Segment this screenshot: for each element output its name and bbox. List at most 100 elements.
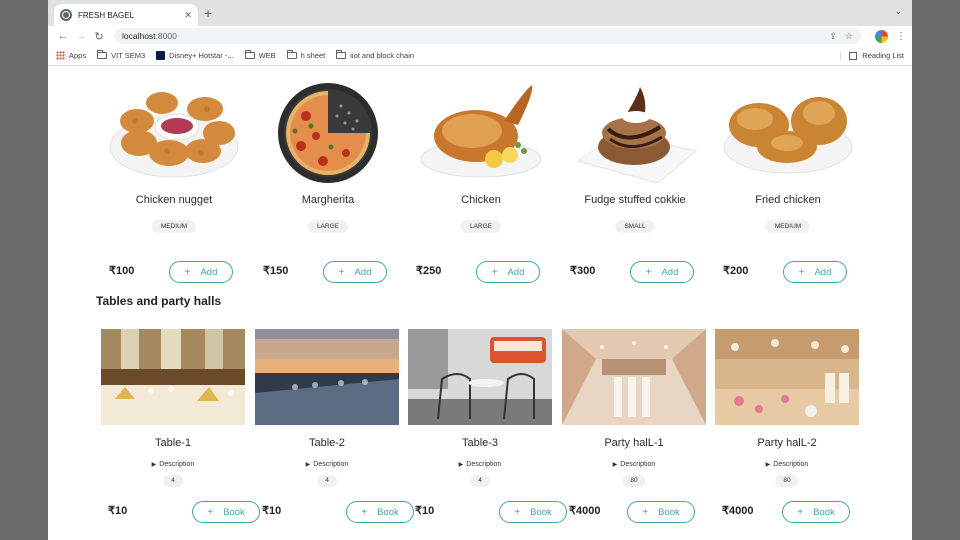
capacity-badge: 80 [775,475,799,487]
capacity-badge: 4 [317,475,337,487]
triangle-right-icon: ▶ [305,462,311,468]
folder-icon [336,50,347,59]
url-port: :8000 [155,31,177,41]
venue-price: ₹10 [262,505,282,517]
tab-title: FRESH BAGEL [78,10,135,20]
item-name: Fried chicken [755,194,821,206]
reading-list-icon [849,51,858,60]
description-toggle[interactable]: ▶ Description [96,461,250,468]
add-button[interactable]: + Add [323,261,387,283]
description-toggle[interactable]: ▶ Description [403,461,557,468]
book-button[interactable]: + Book [192,501,260,523]
browser-window: FRESH BAGEL ✕ + ⌄ ← → ↻ localhost :8000 … [48,0,912,540]
triangle-right-icon: ▶ [458,462,464,468]
triangle-right-icon: ▶ [151,462,157,468]
size-badge: MEDIUM [151,220,197,233]
venue-price: ₹4000 [722,505,754,517]
reading-list[interactable]: Reading List [840,51,904,60]
capacity-badge: 80 [622,475,646,487]
book-button[interactable]: + Book [346,501,414,523]
capacity-badge: 4 [163,475,183,487]
item-price: ₹200 [723,265,749,277]
section-heading: Tables and party halls [96,294,222,308]
bookmark-hotstar[interactable]: Disney+ Hotstar -... [156,51,234,60]
tab-strip: FRESH BAGEL ✕ + ⌄ [48,0,912,26]
plus-icon: + [645,266,652,278]
plus-icon: + [491,266,498,278]
page-content: Chicken nugget MEDIUM ₹100 + Add Margher… [48,67,912,540]
tab-search-icon[interactable]: ⌄ [894,6,902,17]
reload-icon[interactable]: ↻ [90,30,108,43]
book-button[interactable]: + Book [499,501,567,523]
size-badge: SMALL [615,220,655,233]
venue-name: Party halL-2 [757,437,817,449]
new-tab-button[interactable]: + [204,5,212,21]
back-icon[interactable]: ← [54,30,72,42]
venue-price: ₹10 [108,505,128,517]
plus-icon: + [514,506,521,518]
bookmark-apps[interactable]: Apps [56,51,86,60]
folder-icon [286,50,297,59]
bookmark-web[interactable]: WEB [244,50,276,60]
item-name: Chicken [461,194,501,206]
size-badge: MEDIUM [765,220,811,233]
menu-icon[interactable]: ⋮ [896,31,906,42]
plus-icon: + [338,266,345,278]
triangle-right-icon: ▶ [612,462,618,468]
address-bar[interactable]: localhost :8000 ⇪ ☆ [114,28,861,44]
add-button[interactable]: + Add [169,261,233,283]
fried-chicken-image [723,97,853,174]
party-hall-2-image [715,329,859,425]
forward-icon[interactable]: → [72,30,90,42]
profile-avatar[interactable] [875,29,888,43]
venue-price: ₹10 [415,505,435,517]
bookmark-h-sheet[interactable]: h sheet [286,50,325,60]
table-2-image [255,329,399,425]
book-button[interactable]: + Book [627,501,695,523]
size-badge: LARGE [460,220,502,233]
cookie-image [576,87,698,184]
hotstar-icon [156,51,166,60]
plus-icon: + [797,506,804,518]
description-toggle[interactable]: ▶ Description [250,461,404,468]
bookmark-iiot[interactable]: iiot and block chain [336,50,414,60]
triangle-right-icon: ▶ [765,462,771,468]
add-button[interactable]: + Add [630,261,694,283]
close-icon[interactable]: ✕ [184,10,192,21]
item-name: Fudge stuffed cokkie [584,194,686,206]
item-price: ₹300 [570,265,596,277]
description-toggle[interactable]: ▶ Description [710,461,864,468]
nuggets-image [109,92,239,178]
tab-fresh-bagel[interactable]: FRESH BAGEL ✕ [54,4,198,26]
bookmarks-bar: Apps VIT SEM3 Disney+ Hotstar -... WEB h… [48,46,912,66]
item-price: ₹250 [416,265,442,277]
add-button[interactable]: + Add [783,261,847,283]
venue-name: Party halL-1 [604,437,664,449]
url-host: localhost [122,31,156,41]
plus-icon: + [184,266,191,278]
description-toggle[interactable]: ▶ Description [557,461,711,468]
add-button[interactable]: + Add [476,261,540,283]
folder-icon [244,50,255,59]
venue-name: Table-1 [154,437,192,449]
book-button[interactable]: + Book [782,501,850,523]
item-name: Margherita [301,194,355,206]
party-hall-1-image [562,329,706,425]
table-1-image [101,329,245,425]
globe-icon [60,9,72,21]
bookmark-vit-sem3[interactable]: VIT SEM3 [97,50,145,60]
venue-name: Table-2 [308,437,346,449]
share-icon[interactable]: ⇪ [829,31,837,42]
folder-icon [97,50,108,59]
capacity-badge: 4 [470,475,490,487]
plus-icon: + [361,506,368,518]
venue-name: Table-3 [461,437,499,449]
item-price: ₹100 [109,265,135,277]
roast-chicken-image [420,85,542,178]
venue-price: ₹4000 [569,505,601,517]
item-price: ₹150 [263,265,289,277]
size-badge: LARGE [307,220,349,233]
item-name: Chicken nugget [135,194,213,206]
pizza-image [278,83,378,183]
bookmark-star-icon[interactable]: ☆ [845,31,853,42]
